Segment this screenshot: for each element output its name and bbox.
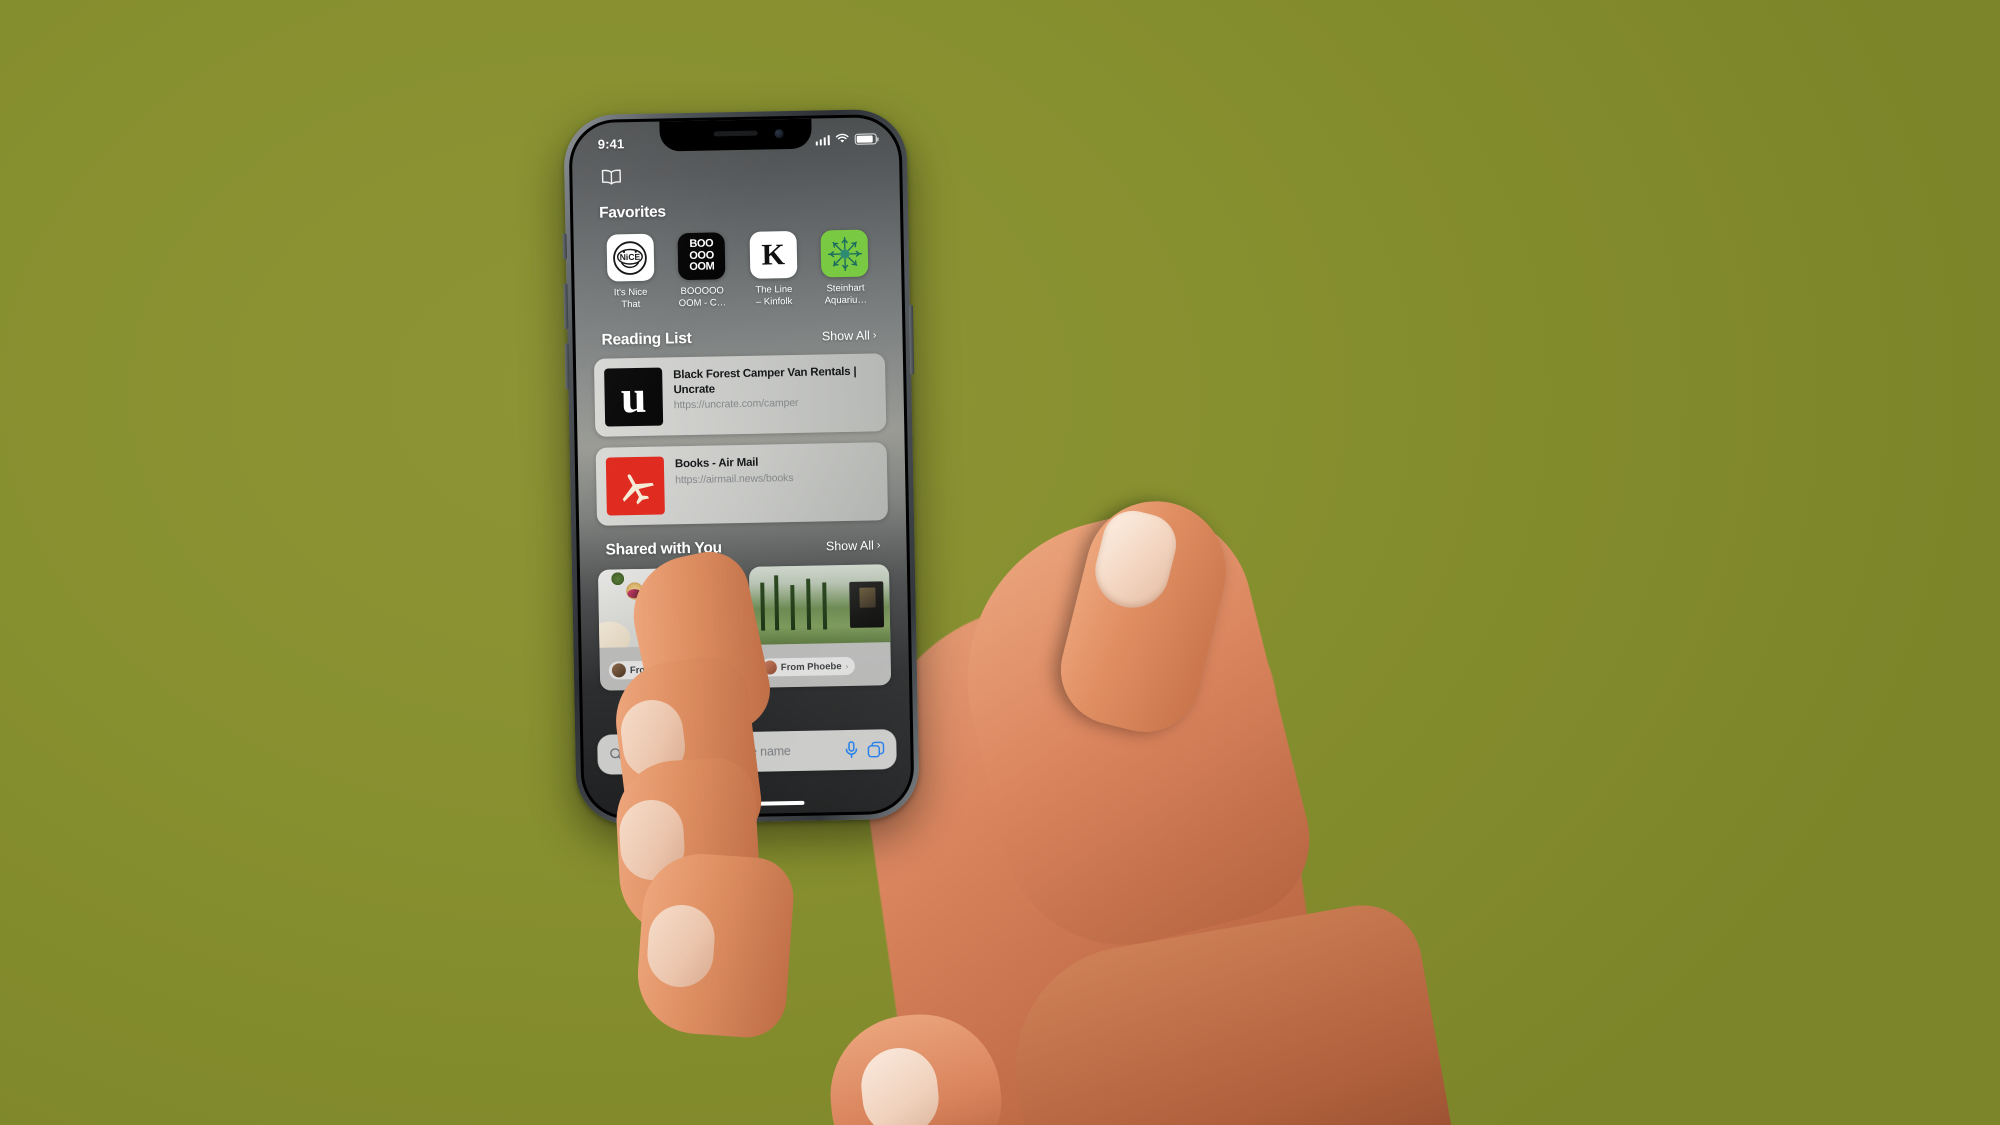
svg-text:NiCE: NiCE — [620, 251, 641, 261]
favorite-label: The Line – Kinfolk — [755, 283, 793, 308]
cabin-window — [859, 587, 876, 609]
status-time: 9:41 — [597, 136, 625, 152]
favorite-the-line-kinfolk[interactable]: K The Line – Kinfolk — [741, 230, 806, 309]
book-icon — [600, 168, 622, 190]
reading-list-item-text: Books - Air Mail https://airmail.news/bo… — [675, 454, 794, 486]
hand-holding-phone — [0, 0, 2000, 1125]
steinhart-aquarium-icon — [820, 229, 869, 278]
tree — [806, 578, 812, 630]
bookmarks-button[interactable] — [598, 168, 624, 190]
navigation-bar — [572, 159, 899, 191]
reading-list-item-title: Books - Air Mail — [674, 456, 759, 471]
show-all-label: Show All — [825, 538, 874, 554]
signal-bars-icon — [815, 134, 830, 146]
reading-list-item-url: https://uncrate.com/camper — [673, 396, 799, 412]
reading-list: u Black Forest Camper Van Rentals | Uncr… — [576, 353, 906, 526]
status-icons — [815, 130, 877, 149]
front-camera — [774, 129, 784, 139]
volume-down-button[interactable] — [564, 343, 570, 390]
tree — [760, 582, 766, 631]
booooooom-icon-text: BOO OOO OOM — [689, 237, 715, 274]
tree — [789, 584, 795, 631]
booooooom-icon: BOO OOO OOM — [677, 232, 726, 281]
reading-list-item-url: https://airmail.news/books — [675, 471, 794, 486]
volume-up-button[interactable] — [563, 283, 569, 330]
kinfolk-icon-glyph: K — [761, 237, 786, 272]
show-all-label: Show All — [821, 328, 870, 344]
chevron-right-icon: › — [845, 661, 849, 671]
earpiece-speaker — [713, 130, 758, 137]
shared-card-body: From Phoebe › — [750, 642, 891, 688]
reading-list-item-title: Black Forest Camper Van Rentals | Uncrat… — [673, 365, 857, 396]
reading-list-item[interactable]: Books - Air Mail https://airmail.news/bo… — [595, 442, 889, 526]
kinfolk-icon: K — [749, 230, 798, 279]
reading-list-title: Reading List — [601, 329, 692, 349]
forest-cabin-photo — [748, 564, 891, 645]
reading-list-header: Reading List Show All › — [575, 326, 902, 350]
tree — [774, 575, 780, 631]
shared-from-label: From Phoebe — [780, 660, 842, 673]
reading-list-item[interactable]: u Black Forest Camper Van Rentals | Uncr… — [593, 353, 887, 437]
favorite-booooooom[interactable]: BOO OOO OOM BOOOOO OOM - C… — [669, 232, 734, 310]
favorite-its-nice-that[interactable]: NiCE It's Nice That — [598, 233, 663, 311]
uncrate-icon: u — [604, 367, 664, 427]
shared-card[interactable]: From Phoebe › — [748, 564, 892, 688]
favorite-label: It's Nice That — [613, 286, 648, 311]
reading-list-show-all-button[interactable]: Show All › — [821, 328, 877, 344]
wifi-icon — [835, 130, 850, 148]
its-nice-that-icon: NiCE — [606, 233, 654, 282]
favorite-steinhart-aquarium[interactable]: Steinhart Aquariu… — [812, 229, 877, 307]
shared-with-you-show-all-button[interactable]: Show All › — [826, 538, 881, 553]
air-mail-airplane-icon — [605, 456, 665, 516]
shared-with-you-header: Shared with You Show All › — [579, 536, 906, 560]
microphone-icon[interactable] — [844, 741, 858, 759]
favorite-label: BOOOOO OOM - C… — [678, 285, 727, 310]
chevron-right-icon: › — [876, 539, 881, 552]
tree — [822, 582, 827, 630]
plate — [597, 620, 631, 648]
mute-switch[interactable] — [562, 233, 567, 260]
reading-list-item-text: Black Forest Camper Van Rentals | Uncrat… — [673, 363, 876, 412]
shared-from-chip[interactable]: From Phoebe › — [759, 656, 856, 677]
shared-card-title — [760, 649, 882, 651]
favorite-label: Steinhart Aquariu… — [824, 282, 868, 307]
avatar — [611, 663, 627, 678]
wrist — [997, 895, 1463, 1125]
tabs-icon[interactable] — [867, 741, 885, 758]
battery-icon — [854, 133, 877, 145]
notch — [658, 118, 812, 152]
scene: 9:41 Favorites NiCE It's Nice That BOO O… — [0, 0, 2000, 1125]
favorites-title: Favorites — [598, 203, 666, 222]
uncrate-icon-glyph: u — [620, 370, 647, 423]
power-button[interactable] — [908, 304, 915, 375]
favorites-grid: NiCE It's Nice That BOO OOO OOM BOOOOO O… — [573, 217, 902, 312]
chevron-right-icon: › — [872, 329, 877, 342]
